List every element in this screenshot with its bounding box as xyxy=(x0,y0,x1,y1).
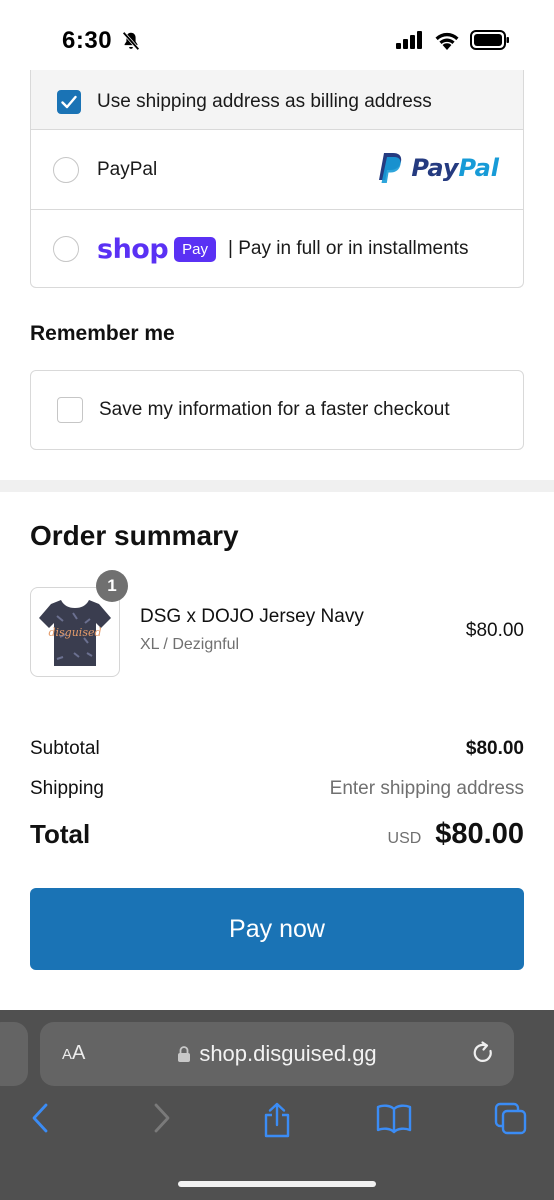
remember-me-heading: Remember me xyxy=(30,322,175,345)
cellular-signal-icon xyxy=(396,31,422,49)
paypal-logo-pal: Pal xyxy=(458,154,499,182)
remember-me-option[interactable]: Save my information for a faster checkou… xyxy=(30,370,524,450)
jersey-text: disguised xyxy=(48,626,101,639)
status-indicators xyxy=(396,30,510,50)
lock-icon xyxy=(178,1046,191,1062)
paypal-logo-pay: Pay xyxy=(411,154,459,182)
quantity-badge: 1 xyxy=(96,570,128,602)
home-indicator xyxy=(178,1181,376,1187)
total-row: Total USD $80.00 xyxy=(30,818,524,851)
total-value: $80.00 xyxy=(435,818,524,850)
product-price: $80.00 xyxy=(465,620,524,641)
previous-tab-peek[interactable] xyxy=(0,1022,28,1086)
bell-slash-icon xyxy=(122,31,140,51)
section-divider xyxy=(0,480,554,492)
subtotal-label: Subtotal xyxy=(30,738,100,759)
shipping-value: Enter shipping address xyxy=(329,778,524,799)
battery-icon xyxy=(470,30,509,50)
order-summary-heading: Order summary xyxy=(30,520,239,551)
checkmark-icon xyxy=(61,95,77,108)
shop-pay-description: | Pay in full or in installments xyxy=(228,238,469,259)
shipping-label: Shipping xyxy=(30,778,104,799)
status-time: 6:30 xyxy=(62,27,113,54)
paypal-radio[interactable] xyxy=(53,156,79,183)
pay-now-button[interactable]: Pay now xyxy=(30,888,524,970)
total-currency: USD xyxy=(387,830,422,847)
product-name: DSG x DOJO Jersey Navy xyxy=(140,606,364,627)
product-variant: XL / Dezignful xyxy=(140,636,240,653)
save-info-checkbox[interactable] xyxy=(57,397,83,423)
billing-address-checkbox[interactable] xyxy=(57,89,81,114)
billing-address-label: Use shipping address as billing address xyxy=(97,90,432,112)
payment-option-paypal[interactable]: PayPal PayPal xyxy=(31,130,523,209)
paypal-p-icon xyxy=(379,153,402,183)
jersey-image: disguised xyxy=(39,600,111,666)
shipping-row: Shipping Enter shipping address xyxy=(30,778,524,800)
shop-pay-logo-badge: Pay xyxy=(174,236,217,262)
share-icon[interactable] xyxy=(262,1102,292,1138)
payment-methods-panel: Use shipping address as billing address … xyxy=(30,70,524,288)
address-bar[interactable]: AA shop.disguised.gg xyxy=(40,1022,514,1086)
billing-address-option[interactable]: Use shipping address as billing address xyxy=(31,70,523,130)
tabs-icon[interactable] xyxy=(494,1102,528,1136)
url-text: shop.disguised.gg xyxy=(199,1041,377,1066)
forward-icon[interactable] xyxy=(150,1102,172,1134)
paypal-logo: PayPal xyxy=(377,152,499,184)
bookmarks-icon[interactable] xyxy=(376,1102,412,1134)
shop-pay-logo-word: shop xyxy=(97,233,169,265)
reload-icon[interactable] xyxy=(470,1040,496,1066)
back-icon[interactable] xyxy=(30,1102,52,1134)
paypal-label: PayPal xyxy=(97,158,158,180)
browser-bottom-bar: AA shop.disguised.gg xyxy=(0,1010,554,1200)
payment-option-shop-pay[interactable]: shop Pay | Pay in full or in installment… xyxy=(31,209,523,287)
save-info-label: Save my information for a faster checkou… xyxy=(99,399,450,420)
shop-pay-logo: shop Pay xyxy=(97,233,217,265)
total-label: Total xyxy=(30,819,91,849)
subtotal-row: Subtotal $80.00 xyxy=(30,738,524,760)
wifi-icon xyxy=(435,32,459,50)
shop-pay-radio[interactable] xyxy=(53,236,79,262)
subtotal-value: $80.00 xyxy=(465,738,524,759)
browser-toolbar xyxy=(0,1102,554,1142)
